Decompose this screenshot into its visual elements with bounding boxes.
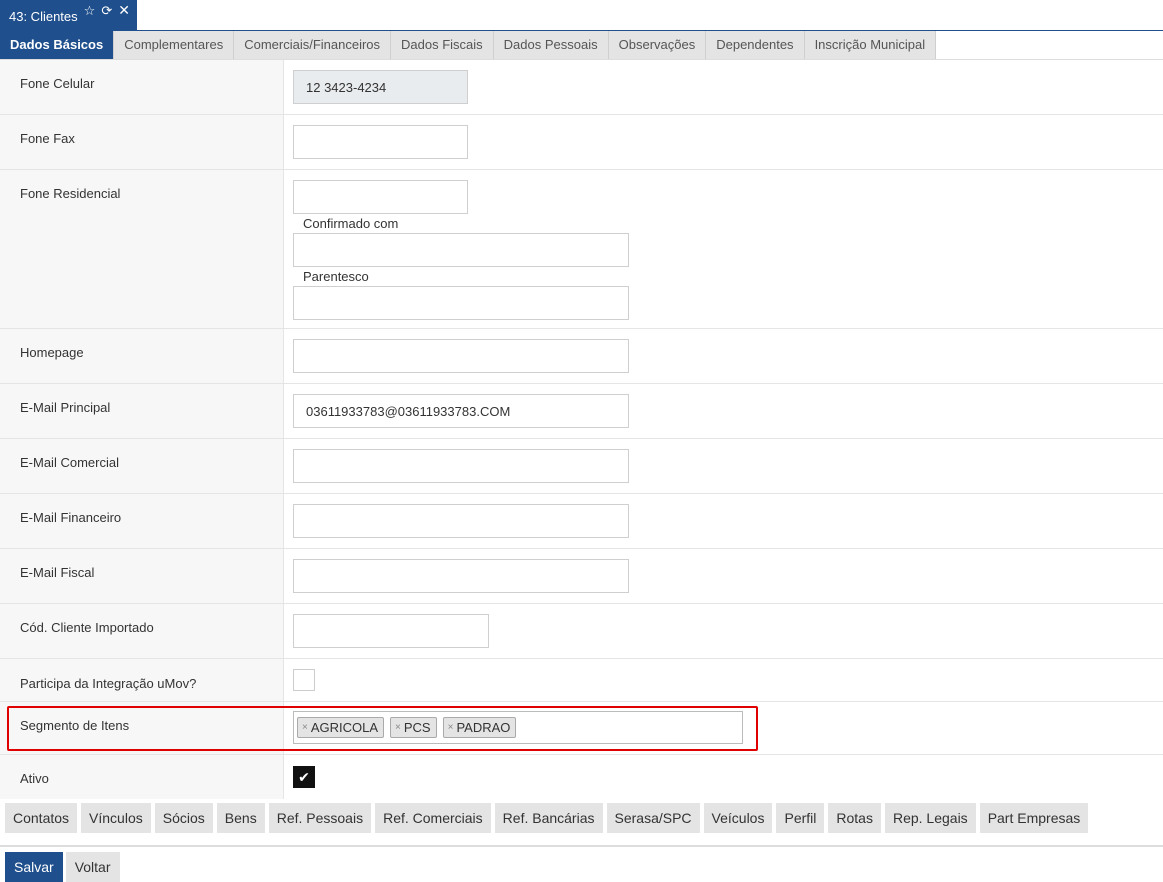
ativo-cell: ✔: [284, 755, 1163, 799]
row-homepage: Homepage: [0, 329, 1163, 384]
subtab-veiculos[interactable]: Veículos: [703, 803, 773, 833]
tag-label: PADRAO: [456, 720, 511, 735]
row-fone-fax: Fone Fax: [0, 115, 1163, 170]
email-fiscal-input[interactable]: [293, 559, 629, 593]
star-icon[interactable]: ☆: [84, 4, 96, 17]
confirmado-com-label: Confirmado com: [303, 216, 399, 231]
segmento-itens-label: Segmento de Itens: [0, 702, 284, 754]
email-comercial-label: E-Mail Comercial: [0, 439, 284, 493]
back-button[interactable]: Voltar: [65, 852, 120, 882]
parentesco-input[interactable]: [293, 286, 629, 320]
cod-cliente-importado-cell: [284, 604, 1163, 658]
subtab-rep-legais[interactable]: Rep. Legais: [884, 803, 976, 833]
refresh-icon[interactable]: ⟳: [101, 4, 112, 17]
tag-remove-icon[interactable]: ×: [448, 722, 454, 733]
fone-fax-label: Fone Fax: [0, 115, 284, 169]
email-principal-input[interactable]: [293, 394, 629, 428]
subtab-bens[interactable]: Bens: [216, 803, 265, 833]
subtab-rotas[interactable]: Rotas: [828, 803, 881, 833]
footer-divider: [0, 845, 1163, 847]
email-financeiro-label: E-Mail Financeiro: [0, 494, 284, 548]
tag-padrao: × PADRAO: [442, 717, 517, 738]
tab-complementares[interactable]: Complementares: [114, 31, 235, 59]
tag-remove-icon[interactable]: ×: [395, 722, 401, 733]
save-button[interactable]: Salvar: [5, 852, 63, 882]
subtab-perfil[interactable]: Perfil: [776, 803, 825, 833]
homepage-label: Homepage: [0, 329, 284, 383]
check-icon: ✔: [298, 768, 310, 785]
tab-dados-basicos[interactable]: Dados Básicos: [0, 31, 115, 59]
cod-cliente-importado-label: Cód. Cliente Importado: [0, 604, 284, 658]
row-email-fiscal: E-Mail Fiscal: [0, 549, 1163, 604]
email-comercial-input[interactable]: [293, 449, 629, 483]
subtab-ref-comerciais[interactable]: Ref. Comerciais: [375, 803, 491, 833]
tag-pcs: × PCS: [390, 717, 437, 738]
fone-residencial-cell: Confirmado com Parentesco: [284, 170, 1163, 328]
form: Fone Celular Fone Fax Fone Residencial C…: [0, 60, 1163, 799]
row-segmento-itens: Segmento de Itens × AGRICOLA × PCS × PAD…: [0, 702, 1163, 755]
subtab-ref-bancarias[interactable]: Ref. Bancárias: [494, 803, 603, 833]
action-bar: Salvar Voltar: [5, 852, 120, 882]
fone-fax-cell: [284, 115, 1163, 169]
ativo-label: Ativo: [0, 755, 284, 799]
segmento-itens-cell: × AGRICOLA × PCS × PADRAO: [284, 702, 1163, 754]
main-tabs: Dados Básicos Complementares Comerciais/…: [0, 31, 937, 59]
tag-label: AGRICOLA: [310, 720, 379, 735]
email-fiscal-label: E-Mail Fiscal: [0, 549, 284, 603]
email-principal-cell: [284, 384, 1163, 438]
row-email-financeiro: E-Mail Financeiro: [0, 494, 1163, 549]
integracao-umov-cell: [284, 659, 1163, 701]
email-financeiro-input[interactable]: [293, 504, 629, 538]
tab-dependentes[interactable]: Dependentes: [706, 31, 805, 59]
subtab-vinculos[interactable]: Vínculos: [81, 803, 151, 833]
homepage-cell: [284, 329, 1163, 383]
row-ativo: Ativo ✔: [0, 755, 1163, 799]
subtab-socios[interactable]: Sócios: [154, 803, 213, 833]
row-fone-celular: Fone Celular: [0, 60, 1163, 115]
close-icon[interactable]: ✕: [118, 3, 130, 17]
tab-observacoes[interactable]: Observações: [608, 31, 707, 59]
row-fone-residencial: Fone Residencial Confirmado com Parentes…: [0, 170, 1163, 329]
fone-celular-label: Fone Celular: [0, 60, 284, 114]
email-fiscal-cell: [284, 549, 1163, 603]
row-cod-cliente-importado: Cód. Cliente Importado: [0, 604, 1163, 659]
parentesco-label: Parentesco: [303, 269, 369, 284]
subtab-serasa-spc[interactable]: Serasa/SPC: [606, 803, 700, 833]
integracao-umov-checkbox[interactable]: [293, 669, 315, 691]
tab-dados-pessoais[interactable]: Dados Pessoais: [493, 31, 609, 59]
ativo-checkbox[interactable]: ✔: [293, 766, 315, 788]
tab-dados-fiscais[interactable]: Dados Fiscais: [391, 31, 494, 59]
segmento-itens-multiselect[interactable]: × AGRICOLA × PCS × PADRAO: [293, 711, 743, 744]
integracao-umov-label: Participa da Integração uMov?: [0, 659, 284, 701]
window-tab[interactable]: 43: Clientes ☆ ⟳ ✕: [0, 0, 137, 30]
subtab-ref-pessoais[interactable]: Ref. Pessoais: [268, 803, 372, 833]
email-financeiro-cell: [284, 494, 1163, 548]
tag-label: PCS: [403, 720, 431, 735]
tab-inscricao-municipal[interactable]: Inscrição Municipal: [804, 31, 937, 59]
row-email-comercial: E-Mail Comercial: [0, 439, 1163, 494]
confirmado-com-input[interactable]: [293, 233, 629, 267]
email-principal-label: E-Mail Principal: [0, 384, 284, 438]
fone-fax-input[interactable]: [293, 125, 468, 159]
row-integracao-umov: Participa da Integração uMov?: [0, 659, 1163, 702]
fone-residencial-label: Fone Residencial: [0, 170, 284, 328]
tab-comerciais-financeiros[interactable]: Comerciais/Financeiros: [234, 31, 392, 59]
tag-agricola: × AGRICOLA: [297, 717, 385, 738]
subtab-part-empresas[interactable]: Part Empresas: [979, 803, 1089, 833]
fone-residencial-input[interactable]: [293, 180, 468, 214]
row-email-principal: E-Mail Principal: [0, 384, 1163, 439]
fone-celular-cell: [284, 60, 1163, 114]
fone-celular-input[interactable]: [293, 70, 468, 104]
tag-remove-icon[interactable]: ×: [302, 722, 308, 733]
homepage-input[interactable]: [293, 339, 629, 373]
cod-cliente-importado-input[interactable]: [293, 614, 489, 648]
sub-tabs: Contatos Vínculos Sócios Bens Ref. Pesso…: [5, 803, 1089, 833]
window-title: 43: Clientes: [9, 8, 78, 24]
email-comercial-cell: [284, 439, 1163, 493]
subtab-contatos[interactable]: Contatos: [5, 803, 78, 833]
